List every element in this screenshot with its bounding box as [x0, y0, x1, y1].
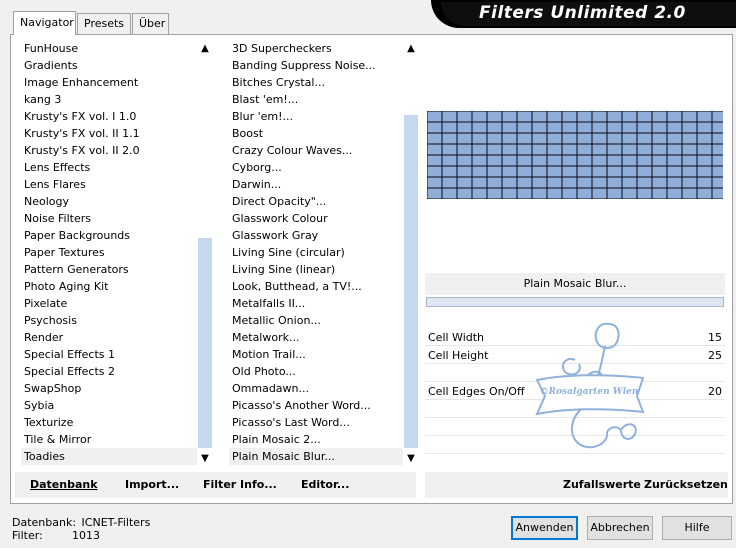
filter-item[interactable]: Plain Mosaic 2... — [229, 431, 403, 448]
filter-item[interactable]: Blast 'em!... — [229, 91, 403, 108]
filter-item[interactable]: Picasso's Another Word... — [229, 397, 403, 414]
scroll-up-icon[interactable]: ▲ — [197, 42, 213, 56]
filter-item[interactable]: Bitches Crystal... — [229, 74, 403, 91]
param-row-empty — [425, 401, 725, 418]
filter-item[interactable]: Blur 'em!... — [229, 108, 403, 125]
import-button[interactable]: Import... — [125, 478, 179, 491]
filter-item[interactable]: Living Sine (linear) — [229, 261, 403, 278]
filter-item[interactable]: Look, Butthead, a TV!... — [229, 278, 403, 295]
filter-item[interactable]: Metalwork... — [229, 329, 403, 346]
status-database-value: ICNET-Filters — [81, 516, 151, 529]
category-item[interactable]: Image Enhancement — [21, 74, 197, 91]
category-item[interactable]: Tile & Mirror — [21, 431, 197, 448]
param-row-cell-height[interactable]: Cell Height 25 — [425, 347, 725, 364]
help-button[interactable]: Hilfe — [662, 516, 732, 540]
filter-item[interactable]: Old Photo... — [229, 363, 403, 380]
database-button[interactable]: Datenbank — [30, 478, 98, 491]
filter-scrollbar[interactable]: ▲ ▼ — [403, 40, 419, 465]
editor-button[interactable]: Editor... — [301, 478, 349, 491]
status-filter-label: Filter: — [12, 529, 43, 542]
category-item[interactable]: Paper Backgrounds — [21, 227, 197, 244]
category-item[interactable]: Gradients — [21, 57, 197, 74]
status-filter: Filter: 1013 — [12, 529, 100, 542]
category-item[interactable]: Psychosis — [21, 312, 197, 329]
category-item[interactable]: SwapShop — [21, 380, 197, 397]
filter-item[interactable]: Crazy Colour Waves... — [229, 142, 403, 159]
scroll-down-icon[interactable]: ▼ — [197, 452, 213, 466]
filter-item[interactable]: Banding Suppress Noise... — [229, 57, 403, 74]
category-item[interactable]: Neology — [21, 193, 197, 210]
filter-item[interactable]: Darwin... — [229, 176, 403, 193]
list-toolbar: Datenbank Import... Filter Info... Edito… — [15, 472, 416, 498]
status-database: Datenbank: ICNET-Filters — [12, 516, 150, 529]
category-item[interactable]: Pattern Generators — [21, 261, 197, 278]
filter-item[interactable]: 3D Supercheckers — [229, 40, 403, 57]
category-item[interactable]: Krusty's FX vol. I 1.0 — [21, 108, 197, 125]
category-item[interactable]: Render — [21, 329, 197, 346]
param-value[interactable]: 15 — [708, 331, 722, 344]
category-scroll-thumb[interactable] — [198, 238, 212, 448]
param-row-empty — [425, 419, 725, 436]
category-item[interactable]: Sybia — [21, 397, 197, 414]
category-item[interactable]: Krusty's FX vol. II 2.0 — [21, 142, 197, 159]
mosaic-preview — [427, 111, 723, 199]
category-item[interactable]: Special Effects 1 — [21, 346, 197, 363]
filter-item[interactable]: Cyborg... — [229, 159, 403, 176]
category-list[interactable]: FunHouse Gradients Image Enhancement kang 3… — [21, 40, 197, 465]
status-database-label: Datenbank: — [12, 516, 77, 529]
filter-info-button[interactable]: Filter Info... — [203, 478, 277, 491]
progress-bar — [426, 297, 724, 307]
app-title: Filters Unlimited 2.0 — [479, 3, 686, 23]
filter-item[interactable]: Metalfalls II... — [229, 295, 403, 312]
tab-uber[interactable]: Über — [132, 13, 169, 34]
filter-item[interactable]: Living Sine (circular) — [229, 244, 403, 261]
filter-item[interactable]: Picasso's Last Word... — [229, 414, 403, 431]
param-row-cell-edges[interactable]: Cell Edges On/Off 20 — [425, 383, 725, 400]
scroll-up-icon[interactable]: ▲ — [403, 42, 419, 56]
filter-scroll-thumb[interactable] — [404, 115, 418, 448]
category-item[interactable]: Special Effects 2 — [21, 363, 197, 380]
scroll-down-icon[interactable]: ▼ — [403, 452, 419, 466]
category-item[interactable]: Krusty's FX vol. II 1.1 — [21, 125, 197, 142]
category-item[interactable]: Pixelate — [21, 295, 197, 312]
param-row-empty — [425, 437, 725, 454]
cancel-button[interactable]: Abbrechen — [587, 516, 653, 540]
category-item[interactable]: FunHouse — [21, 40, 197, 57]
category-item[interactable]: kang 3 — [21, 91, 197, 108]
preview-area — [425, 40, 725, 272]
filter-item[interactable]: Direct Opacity"... — [229, 193, 403, 210]
param-value[interactable]: 20 — [708, 385, 722, 398]
filter-item[interactable]: Motion Trail... — [229, 346, 403, 363]
category-item[interactable]: Lens Effects — [21, 159, 197, 176]
filter-item[interactable]: Metallic Onion... — [229, 312, 403, 329]
category-item[interactable]: Paper Textures — [21, 244, 197, 261]
filter-item[interactable]: Plain Mosaic Blur... — [229, 448, 403, 465]
category-item[interactable]: Photo Aging Kit — [21, 278, 197, 295]
status-filter-value: 1013 — [72, 529, 100, 542]
category-item[interactable]: Texturize — [21, 414, 197, 431]
reset-button[interactable]: Zurücksetzen — [644, 478, 728, 491]
param-value[interactable]: 25 — [708, 349, 722, 362]
tab-navigator[interactable]: Navigator — [13, 11, 76, 35]
category-scrollbar[interactable]: ▲ ▼ — [197, 40, 213, 465]
preview-filter-name: Plain Mosaic Blur... — [425, 273, 725, 295]
tab-presets[interactable]: Presets — [77, 13, 131, 34]
apply-button[interactable]: Anwenden — [511, 516, 578, 540]
param-label: Cell Width — [428, 331, 485, 344]
param-label: Cell Height — [428, 349, 489, 362]
filter-item[interactable]: Boost — [229, 125, 403, 142]
filter-item[interactable]: Ommadawn... — [229, 380, 403, 397]
category-item[interactable]: Toadies — [21, 448, 197, 465]
category-item[interactable]: Lens Flares — [21, 176, 197, 193]
param-label: Cell Edges On/Off — [428, 385, 525, 398]
random-values-button[interactable]: Zufallswerte — [563, 478, 641, 491]
param-row-empty — [425, 365, 725, 382]
param-row-cell-width[interactable]: Cell Width 15 — [425, 329, 725, 346]
category-item[interactable]: Noise Filters — [21, 210, 197, 227]
filter-list[interactable]: 3D Supercheckers Banding Suppress Noise..… — [229, 40, 403, 465]
params-toolbar: Zufallswerte Zurücksetzen — [425, 472, 728, 498]
filter-item[interactable]: Glasswork Gray — [229, 227, 403, 244]
filter-item[interactable]: Glasswork Colour — [229, 210, 403, 227]
title-banner: Filters Unlimited 2.0 — [431, 0, 736, 28]
